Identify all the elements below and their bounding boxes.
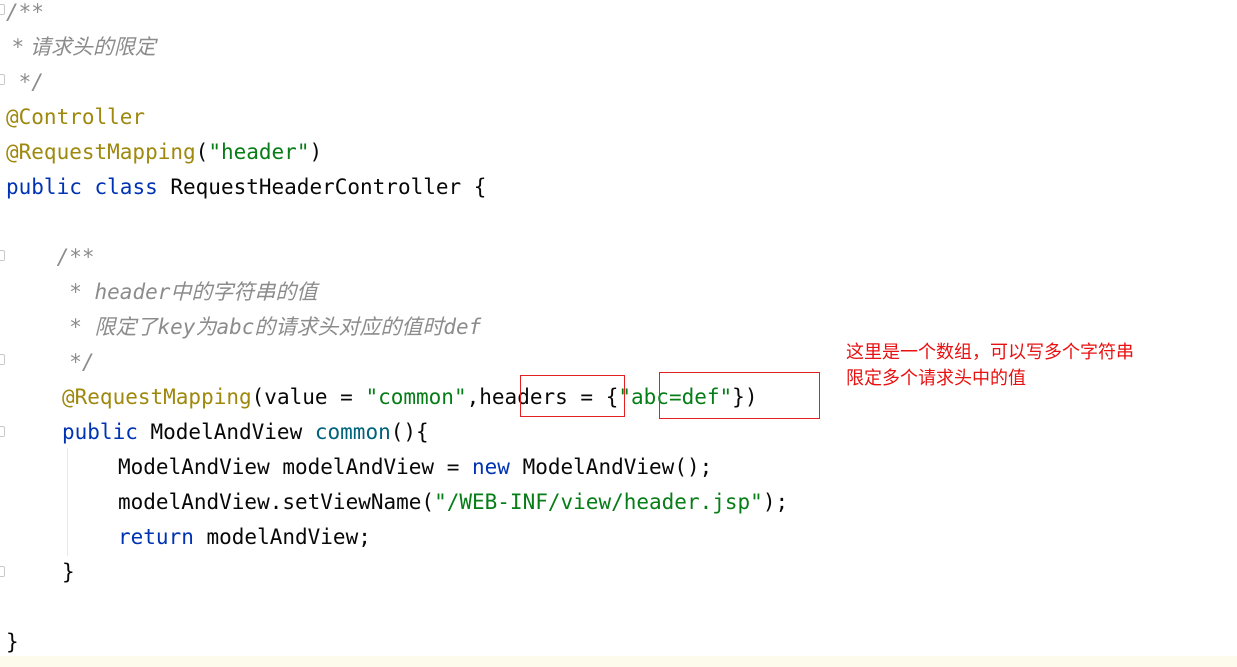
- string-token: "/WEB-INF/view/header.jsp": [434, 490, 763, 514]
- code-line-10[interactable]: * 限定了key为abc的请求头对应的值时def: [6, 310, 481, 345]
- code-line-3[interactable]: */: [6, 65, 44, 100]
- code-line-6[interactable]: public class RequestHeaderController {: [6, 170, 486, 205]
- code-editor[interactable]: /** * 请求头的限定 */ @Controller @RequestMapp…: [0, 0, 1237, 667]
- value-array-highlight-box: [659, 372, 820, 419]
- note-line-1: 这里是一个数组，可以写多个字符串: [846, 342, 1134, 363]
- comment-text: def: [443, 315, 482, 339]
- identifier-token: RequestHeaderController {: [157, 175, 487, 199]
- code-line-14[interactable]: ModelAndView modelAndView = new ModelAnd…: [118, 450, 712, 485]
- keyword-token: class: [94, 175, 158, 199]
- fold-marker[interactable]: [0, 354, 5, 365]
- keyword-token: public: [62, 420, 138, 444]
- comment-text: */: [6, 70, 44, 94]
- punct-token: }: [62, 560, 75, 584]
- identifier-token: ModelAndView: [137, 420, 315, 444]
- identifier-token: ModelAndView modelAndView =: [118, 455, 473, 479]
- string-token: "common": [365, 385, 467, 409]
- code-line-2[interactable]: * 请求头的限定: [6, 30, 156, 65]
- code-line-17[interactable]: }: [62, 555, 75, 590]
- code-line-9[interactable]: * header中的字符串的值: [6, 275, 317, 310]
- code-line-8[interactable]: /**: [6, 240, 95, 275]
- annotation-note: 这里是一个数组，可以写多个字符串 限定多个请求头中的值: [846, 340, 1206, 392]
- comment-text: */: [6, 350, 95, 374]
- comment-text: key: [157, 315, 196, 339]
- code-line-1[interactable]: /**: [6, 0, 44, 30]
- comment-text: /**: [6, 0, 44, 24]
- identifier-token: ModelAndView();: [509, 455, 713, 479]
- code-line-15[interactable]: modelAndView.setViewName("/WEB-INF/view/…: [118, 485, 788, 520]
- fold-marker[interactable]: [0, 426, 5, 437]
- comment-text: header: [94, 280, 171, 304]
- keyword-token: public: [6, 175, 82, 199]
- keyword-token: new: [472, 455, 510, 479]
- code-line-16[interactable]: return modelAndView;: [118, 520, 371, 555]
- annotation-token: @Controller: [6, 105, 146, 129]
- fold-marker[interactable]: [0, 4, 5, 15]
- comment-text: *: [6, 315, 95, 339]
- punct-token: (: [195, 140, 209, 164]
- fold-marker[interactable]: [0, 74, 5, 85]
- fold-marker[interactable]: [0, 250, 5, 261]
- comment-text: *: [6, 280, 95, 304]
- comment-text: 的请求头对应的值时: [254, 315, 444, 339]
- annotation-token: @RequestMapping: [62, 385, 252, 409]
- comment-text: 限定了: [94, 315, 158, 339]
- current-line-highlight: [0, 656, 1237, 667]
- indent-guide: [67, 448, 68, 556]
- code-line-12[interactable]: @RequestMapping(value = "common",headers…: [62, 380, 757, 415]
- comment-text: /**: [6, 245, 95, 269]
- punct-token: ): [309, 140, 323, 164]
- keyword-token: return: [118, 525, 194, 549]
- fold-marker[interactable]: [0, 566, 5, 577]
- comment-text: * 请求头的限定: [6, 35, 156, 59]
- comment-text: abc: [216, 315, 255, 339]
- code-line-19[interactable]: }: [6, 625, 19, 660]
- comment-text: 为: [195, 315, 217, 339]
- code-line-4[interactable]: @Controller: [6, 100, 145, 135]
- code-line-11[interactable]: */: [6, 345, 95, 380]
- code-line-5[interactable]: @RequestMapping("header"): [6, 135, 322, 170]
- punct-token: (){: [390, 420, 429, 444]
- punct-token: ,: [466, 385, 480, 409]
- note-line-2: 限定多个请求头中的值: [846, 368, 1026, 389]
- method-name-token: common: [314, 420, 391, 444]
- punct-token: }: [6, 630, 19, 654]
- identifier-token: modelAndView;: [193, 525, 371, 549]
- headers-highlight-box: [520, 375, 625, 417]
- string-token: "header": [208, 140, 310, 164]
- annotation-token: @RequestMapping: [6, 140, 196, 164]
- comment-text: 中的字符串的值: [170, 280, 318, 304]
- identifier-token: (value =: [251, 385, 366, 409]
- code-line-13[interactable]: public ModelAndView common(){: [62, 415, 429, 450]
- identifier-token: modelAndView.setViewName(: [118, 490, 435, 514]
- punct-token: );: [762, 490, 789, 514]
